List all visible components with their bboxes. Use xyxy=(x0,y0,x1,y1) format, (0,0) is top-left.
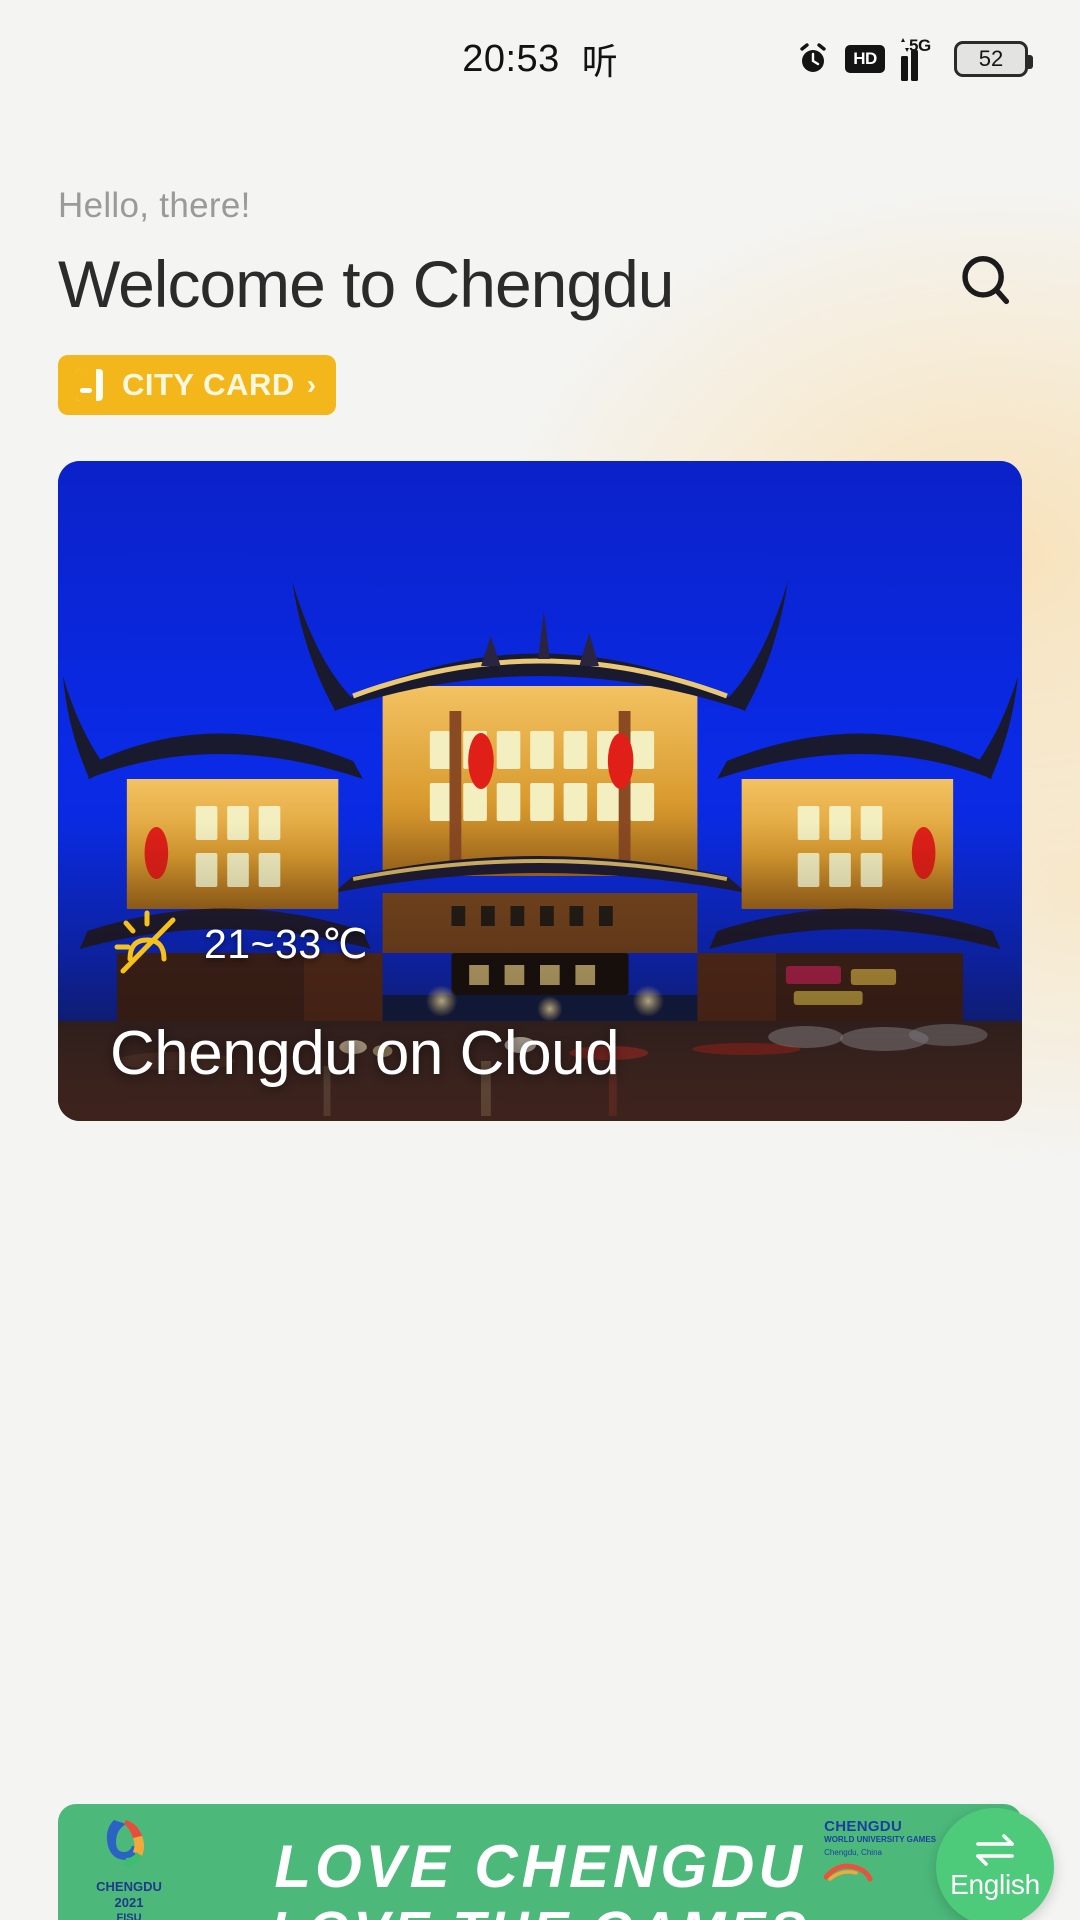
wallet-card-icon xyxy=(72,365,112,405)
status-bar-right: HD 5G 52 xyxy=(797,35,1033,81)
pagination-dot[interactable] xyxy=(562,1544,588,1570)
pagination-dot-active[interactable] xyxy=(492,1544,541,1570)
category-label: 720 xyxy=(910,1450,970,1492)
mascot-icon xyxy=(823,1863,873,1882)
category-item-scenic-area[interactable]: Scenic Area xyxy=(36,1232,244,1493)
banner-right-logo: CHENGDU WORLD UNIVERSITY GAMES Chengdu, … xyxy=(823,1818,936,1888)
status-bar: 20:53 听 HD 5G 52 xyxy=(0,0,1080,118)
signal-strength-icon: 5G xyxy=(901,35,938,81)
status-secondary-label: 听 xyxy=(581,42,618,83)
greeting-text: Hello, there! xyxy=(58,186,251,225)
panorama-camera-icon xyxy=(893,1275,987,1374)
language-label: English xyxy=(950,1869,1040,1900)
app-screen: 20:53 听 HD 5G 52 Hello, there! Welcome t… xyxy=(0,0,1080,1920)
banner-headline-2: LOVE THE GAMES xyxy=(58,1900,1022,1920)
status-time: 20:53 xyxy=(462,37,560,80)
category-label: Recreation xyxy=(320,1450,493,1492)
hero-weather: 21~33℃ xyxy=(110,907,368,981)
chevron-right-icon: › xyxy=(306,368,317,400)
sunrise-sun-icon xyxy=(110,907,184,981)
star-badge-icon xyxy=(360,1275,454,1374)
hero-title: Chengdu on Cloud xyxy=(110,1018,620,1088)
language-switch-button[interactable]: English xyxy=(936,1808,1054,1920)
category-item-720[interactable]: 720 xyxy=(836,1232,1044,1493)
banner-right-line-3: Chengdu, China xyxy=(824,1848,882,1857)
title-row: Welcome to Chengdu xyxy=(58,248,1022,321)
swap-arrows-icon xyxy=(972,1833,1018,1867)
category-grid: Scenic Area Recreation Video 720 xyxy=(0,1121,1080,1493)
category-label: Scenic Area xyxy=(45,1450,235,1492)
city-card-label: CITY CARD xyxy=(122,366,295,402)
search-button[interactable] xyxy=(952,249,1022,319)
battery-indicator: 52 xyxy=(954,41,1033,77)
battery-percent-label: 52 xyxy=(978,46,1004,71)
category-item-video[interactable]: Video xyxy=(569,1232,777,1493)
category-tile xyxy=(847,1232,1032,1417)
banner-right-line-1: CHENGDU xyxy=(824,1818,903,1835)
category-tile xyxy=(314,1232,499,1417)
hero-temperature: 21~33℃ xyxy=(204,920,369,967)
video-camera-icon xyxy=(626,1275,720,1374)
network-type-label: 5G xyxy=(909,35,931,55)
category-tile xyxy=(48,1232,232,1417)
page-header: Hello, there! Welcome to Chengdu CITY CA… xyxy=(0,118,1080,415)
search-icon xyxy=(956,251,1018,318)
category-label: Video xyxy=(628,1450,719,1492)
promo-banner[interactable]: CHENGDU 2021 FISU WORLD UNIVERSITY LOVE … xyxy=(58,1804,1022,1920)
category-tile xyxy=(581,1232,766,1417)
category-item-recreation[interactable]: Recreation xyxy=(303,1232,511,1493)
carousel-pagination[interactable] xyxy=(0,1544,1080,1570)
mountain-landscape-icon xyxy=(92,1274,188,1375)
page-title: Welcome to Chengdu xyxy=(58,247,674,321)
banner-right-line-2: WORLD UNIVERSITY GAMES xyxy=(824,1835,936,1844)
hd-badge-icon: HD xyxy=(845,45,885,73)
hero-card[interactable]: 21~33℃ Chengdu on Cloud xyxy=(58,460,1022,1121)
city-card-button[interactable]: CITY CARD › xyxy=(58,354,337,415)
alarm-clock-icon xyxy=(797,43,829,75)
